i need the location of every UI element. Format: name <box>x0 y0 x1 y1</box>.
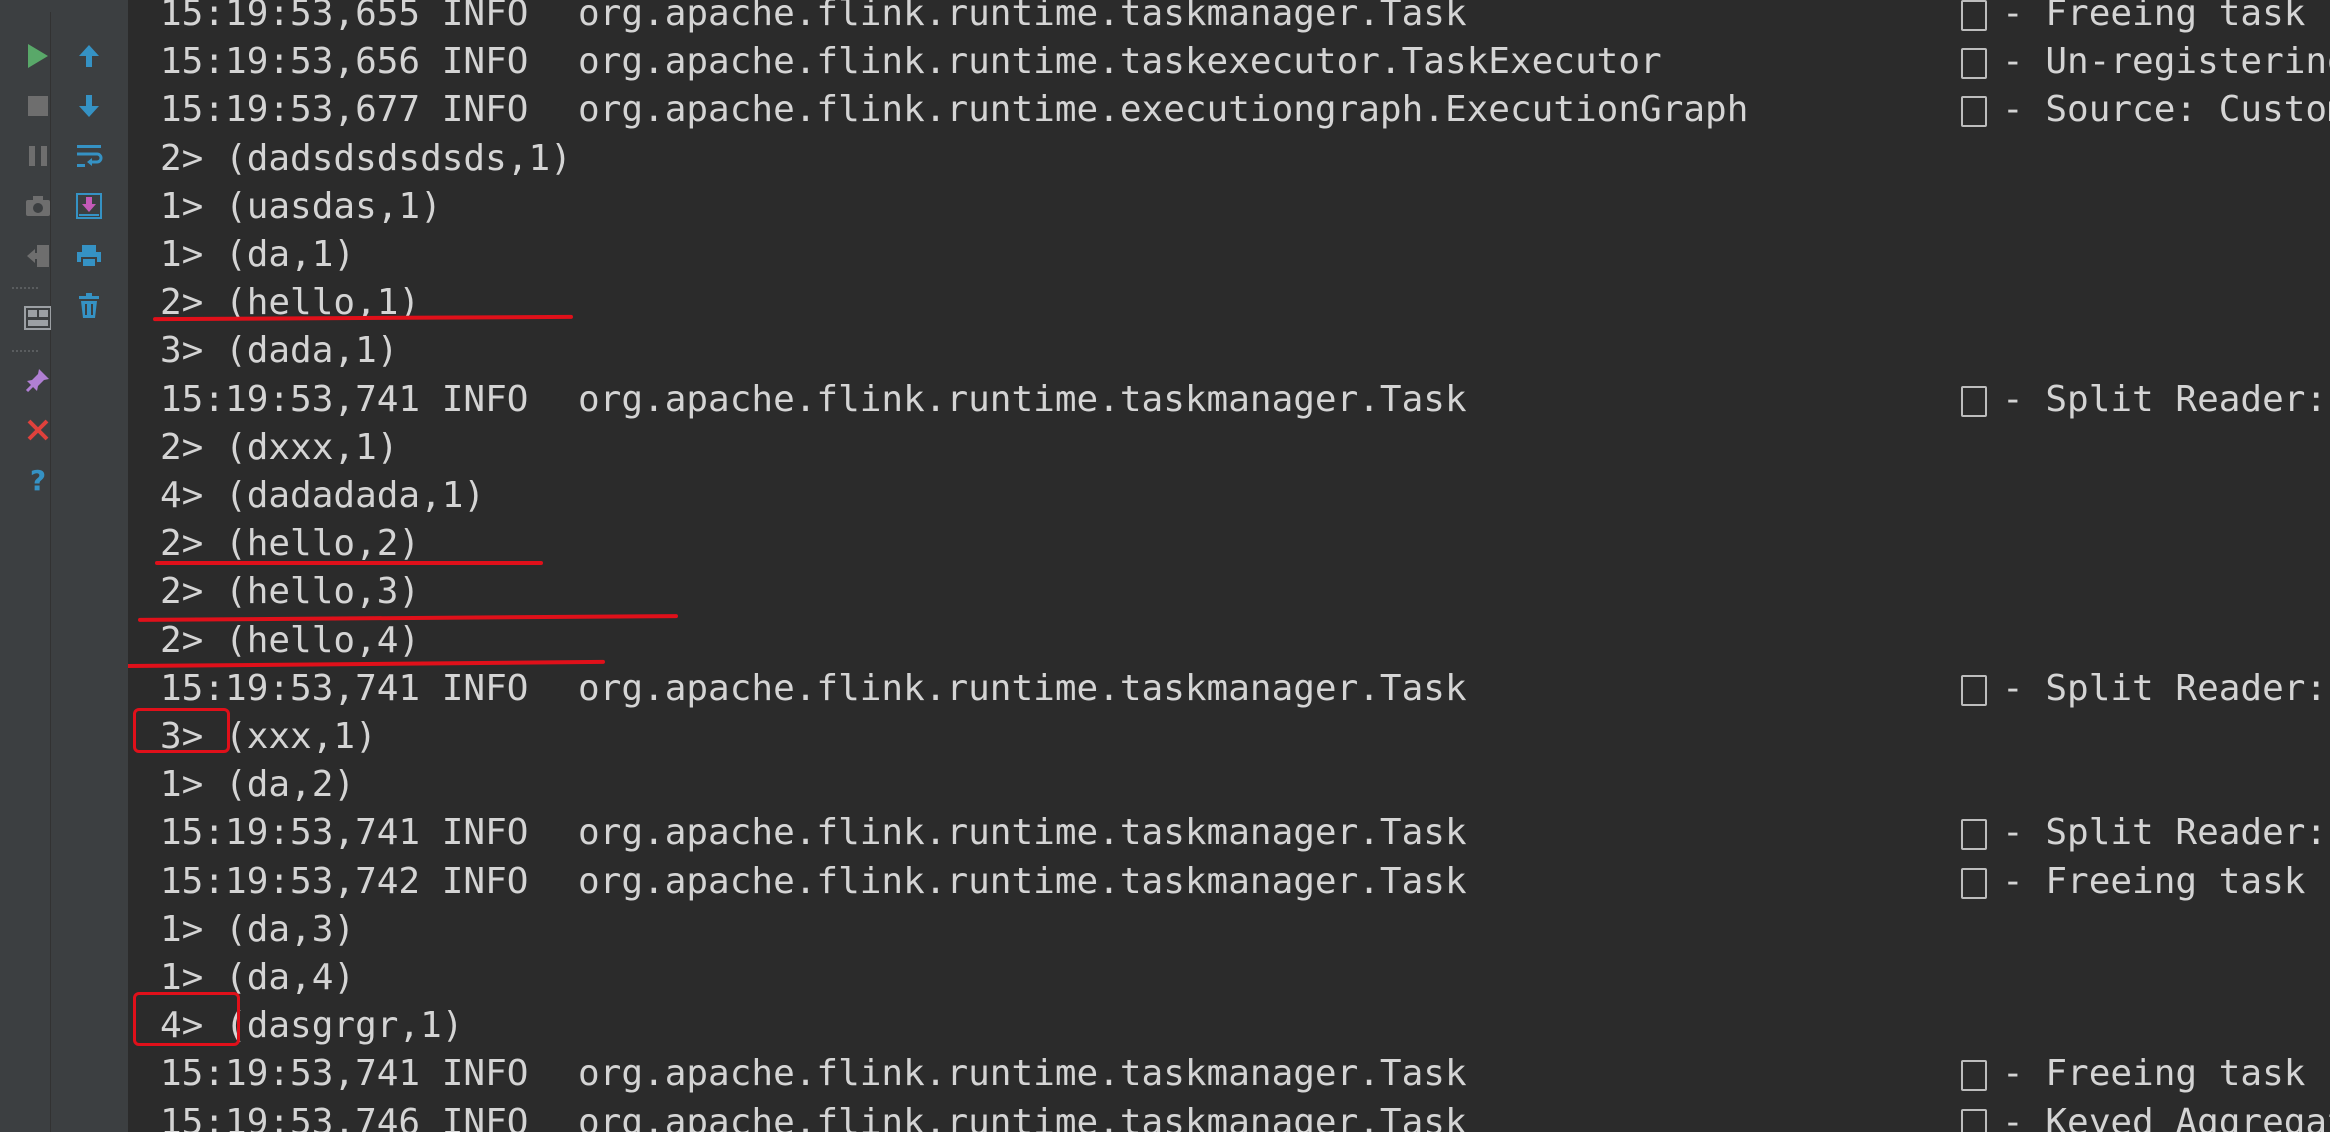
log-timestamp: 15:19:53,741 INFO <box>160 667 529 709</box>
console-output-line: 2> (dadsdsdsdsds,1) <box>160 135 572 183</box>
log-timestamp: 15:19:53,742 INFO <box>160 860 529 902</box>
log-message: - Un-registering <box>2002 41 2330 83</box>
log-timestamp: 15:19:53,655 INFO <box>160 0 529 34</box>
log-timestamp: 15:19:53,677 INFO <box>160 89 529 131</box>
output-text: 4> (dadadada,1) <box>160 475 486 516</box>
console-output-line: 3> (dada,1) <box>160 327 398 375</box>
output-text: 2> (dxxx,1) <box>160 426 399 468</box>
log-class: org.apache.flink.runtime.taskexecutor.Ta… <box>578 41 1662 83</box>
placeholder-glyph-icon <box>1961 1060 1987 1092</box>
console-output-line: 1> (da,3) <box>160 906 355 954</box>
trash-icon[interactable] <box>71 288 107 324</box>
log-timestamp: 15:19:53,741 INFO <box>160 1053 529 1095</box>
toolbar-separator <box>12 350 38 352</box>
output-text: 2> (hello,3) <box>160 571 421 613</box>
placeholder-glyph-icon <box>1961 674 1987 706</box>
output-text: 1> (da,1) <box>160 234 356 275</box>
console-output-line: 2> (dxxx,1) <box>160 424 398 472</box>
log-class: org.apache.flink.runtime.executiongraph.… <box>578 89 1749 131</box>
arrow-down-icon[interactable] <box>71 88 107 124</box>
log-message: - Freeing task r <box>2002 0 2330 34</box>
log-message: - Split Reader: <box>2002 667 2328 709</box>
toolbar-separator <box>12 287 38 289</box>
output-text: 2> (hello,2) <box>160 523 421 565</box>
console-output-line: 1> (uasdas,1) <box>160 183 442 231</box>
placeholder-glyph-icon <box>1961 48 1987 80</box>
log-class: org.apache.flink.runtime.taskmanager.Tas… <box>578 0 1467 34</box>
placeholder-glyph-icon <box>1961 819 1987 851</box>
log-timestamp: 15:19:53,656 INFO <box>160 41 529 83</box>
log-class: org.apache.flink.runtime.taskmanager.Tas… <box>578 860 1467 902</box>
arrow-up-icon[interactable] <box>71 38 107 74</box>
output-text: 2> (dadsdsdsdsds,1) <box>160 137 572 179</box>
log-timestamp: 15:19:53,746 INFO <box>160 1101 529 1132</box>
log-class: org.apache.flink.runtime.taskmanager.Tas… <box>578 1101 1467 1132</box>
log-message: - Freeing task r <box>2002 1053 2330 1095</box>
log-timestamp: 15:19:53,741 INFO <box>160 378 529 420</box>
placeholder-glyph-icon <box>1961 867 1987 899</box>
annotation-box <box>133 992 240 1046</box>
console-output-line: 2> (hello,4) <box>160 617 420 665</box>
placeholder-glyph-icon <box>1961 385 1987 417</box>
log-timestamp: 15:19:53,741 INFO <box>160 812 529 854</box>
console-output-line: 1> (da,2) <box>160 761 355 809</box>
log-class: org.apache.flink.runtime.taskmanager.Tas… <box>578 378 1467 420</box>
output-text: 2> (hello,4) <box>160 619 421 661</box>
console-output-line: 4> (dadadada,1) <box>160 472 485 520</box>
annotation-underline <box>155 561 543 565</box>
log-message: - Source: Custom <box>2002 89 2330 131</box>
scroll-to-end-icon[interactable] <box>71 188 107 224</box>
annotation-box <box>133 708 230 753</box>
run-toolbar-left: ? <box>0 12 52 1132</box>
svg-text:?: ? <box>30 466 46 494</box>
output-text: 3> (dada,1) <box>160 330 399 372</box>
log-message: - Split Reader: <box>2002 812 2328 854</box>
output-text: 1> (da,2) <box>160 764 356 806</box>
log-class: org.apache.flink.runtime.taskmanager.Tas… <box>578 1053 1467 1095</box>
log-message: - Keyed Aggregat <box>2002 1101 2330 1132</box>
print-icon[interactable] <box>71 238 107 274</box>
console-output-line: 2> (hello,3) <box>160 568 420 616</box>
console-output[interactable]: 15:19:53,655 INFO org.apache.flink.runtim… <box>128 0 2330 1132</box>
log-class: org.apache.flink.runtime.taskmanager.Tas… <box>578 812 1467 854</box>
log-message: - Split Reader: <box>2002 378 2328 420</box>
log-message: - Freeing task r <box>2002 860 2330 902</box>
placeholder-glyph-icon <box>1961 1108 1987 1132</box>
log-class: org.apache.flink.runtime.taskmanager.Tas… <box>578 667 1467 709</box>
run-toolbar-right <box>51 12 129 1132</box>
console-output-line: 1> (da,1) <box>160 231 355 279</box>
placeholder-glyph-icon <box>1961 0 1987 31</box>
output-text: 1> (da,3) <box>160 908 356 950</box>
placeholder-glyph-icon <box>1961 96 1987 128</box>
output-text: 1> (uasdas,1) <box>160 185 442 227</box>
soft-wrap-icon[interactable] <box>71 138 107 174</box>
